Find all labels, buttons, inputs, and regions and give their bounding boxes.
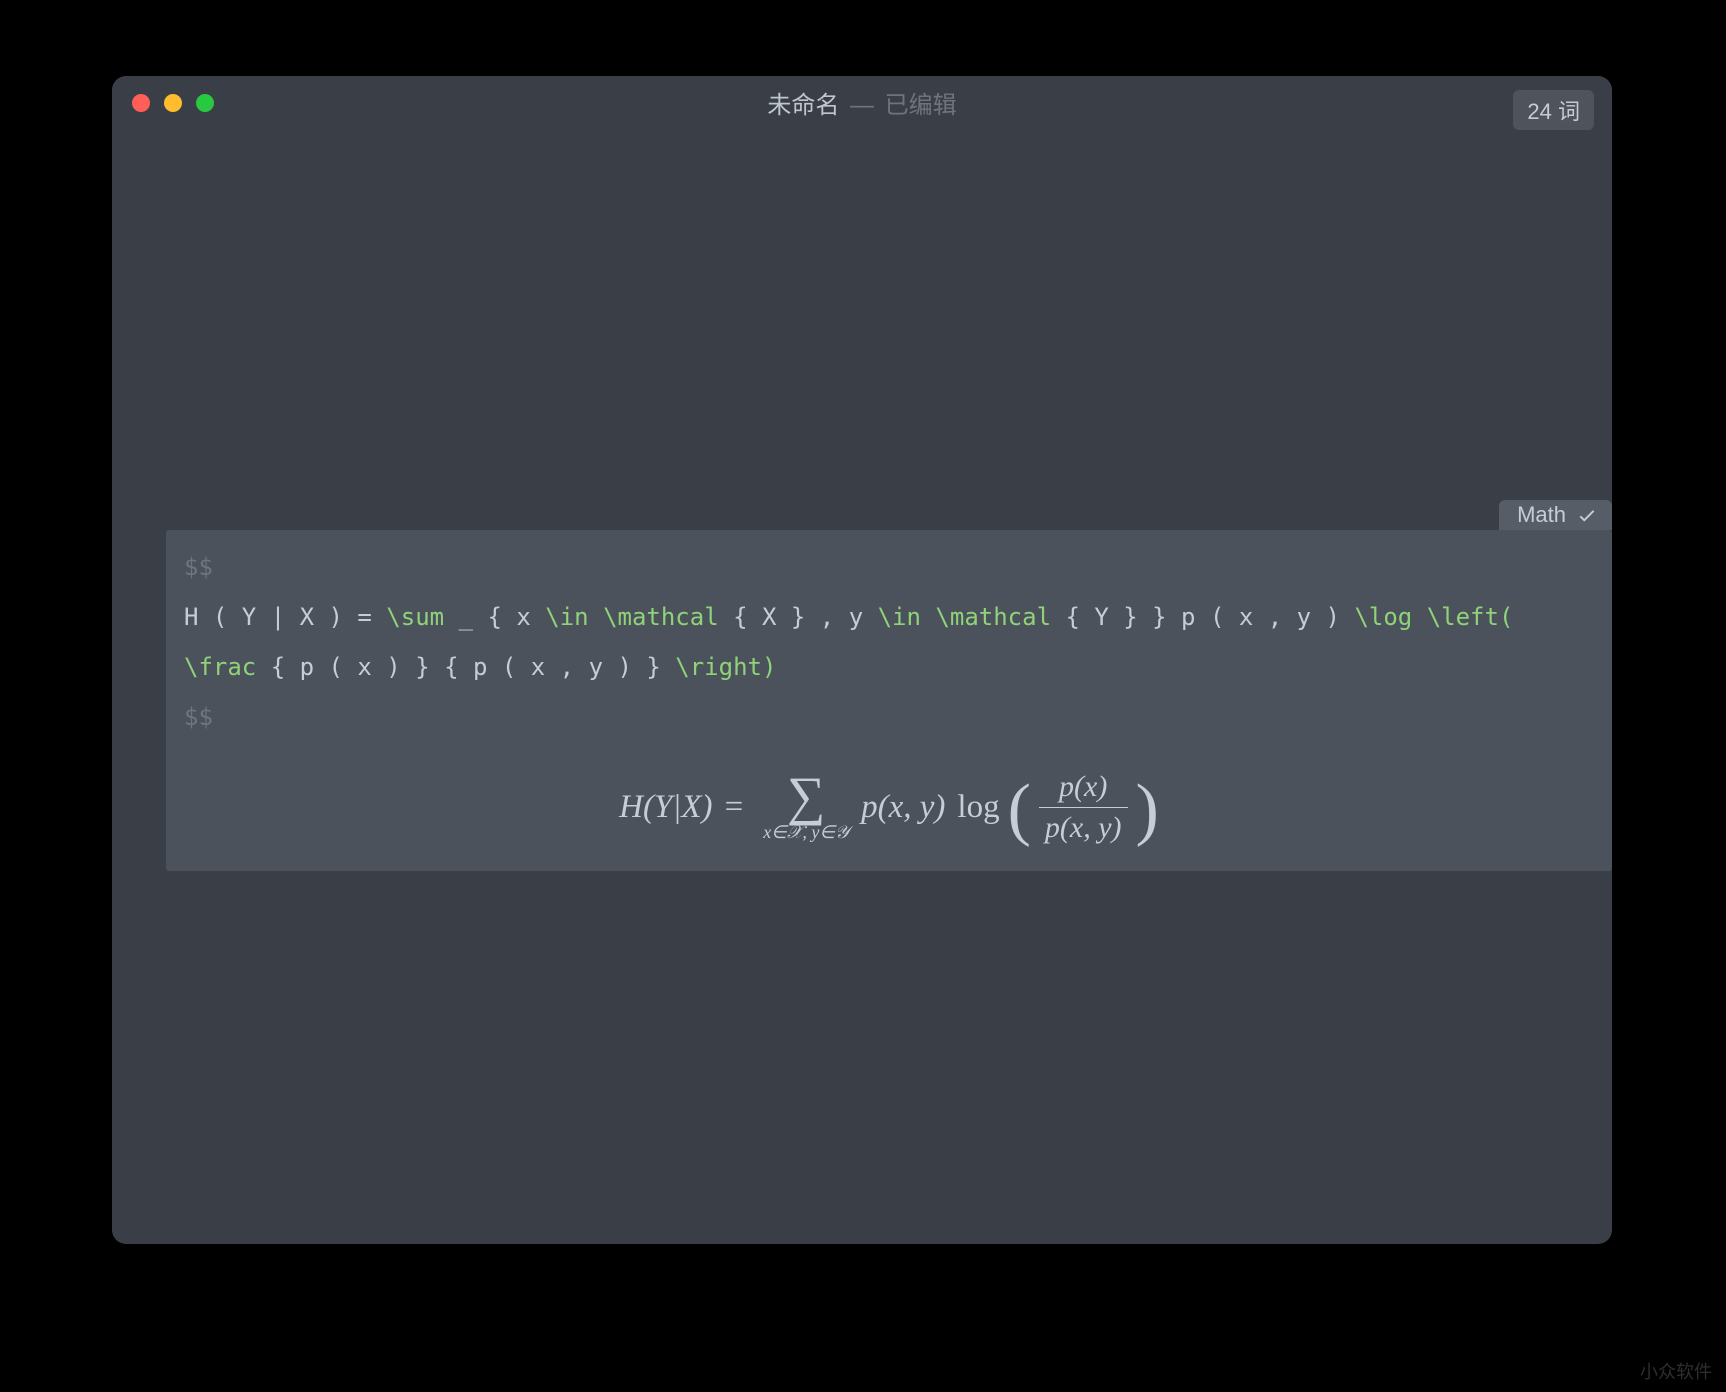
sum-operator: ∑ x∈𝒳, y∈𝒴 [763,772,849,844]
editor-area[interactable]: Math $$ H ( Y | X ) = \sum _ { x \in \ma… [112,128,1612,1244]
code-plain: { X } , y [719,603,878,631]
app-window: 未命名 — 已编辑 24 词 Math $$ H ( Y | X ) = \su… [112,76,1612,1244]
eq-log: log [957,789,999,826]
eq-pxy: p(x, y) [861,789,945,826]
document-edited-label: 已编辑 [885,92,957,119]
fraction: p(x) p(x, y) [1039,770,1128,845]
document-name: 未命名 [767,92,839,119]
math-tab-label: Math [1517,502,1566,528]
fraction-numerator: p(x) [1053,770,1113,804]
code-plain: { Y } } p ( x , y ) [1051,603,1354,631]
latex-cmd-mathcal: \mathcal [603,603,719,631]
code-plain [921,603,935,631]
latex-cmd-log: \log [1354,603,1412,631]
math-block[interactable]: Math $$ H ( Y | X ) = \sum _ { x \in \ma… [166,530,1612,871]
latex-cmd-in: \in [545,603,588,631]
code-plain [1513,603,1527,631]
code-plain [589,603,603,631]
equation: H(Y|X) = ∑ x∈𝒳, y∈𝒴 p(x, y) log ( p(x) p… [619,770,1159,845]
latex-cmd-mathcal: \mathcal [935,603,1051,631]
window-title: 未命名 — 已编辑 [112,85,1612,120]
math-block-tab[interactable]: Math [1499,500,1612,530]
code-plain [1412,603,1426,631]
latex-cmd-sum: \sum [386,603,444,631]
check-icon [1576,504,1598,526]
latex-cmd-in: \in [878,603,921,631]
math-delim-open: $$ [184,553,213,581]
math-render: H(Y|X) = ∑ x∈𝒳, y∈𝒴 p(x, y) log ( p(x) p… [166,770,1612,845]
titlebar[interactable]: 未命名 — 已编辑 24 词 [112,76,1612,128]
latex-source[interactable]: $$ H ( Y | X ) = \sum _ { x \in \mathcal… [166,530,1612,748]
fraction-denominator: p(x, y) [1039,811,1128,845]
eq-sign: = [725,789,744,826]
word-count-badge[interactable]: 24 词 [1513,90,1594,130]
fraction-bar [1039,807,1128,808]
latex-cmd-frac: \frac [184,653,256,681]
sigma-icon: ∑ [787,772,826,821]
watermark: 小众软件 [1640,1358,1712,1384]
code-plain: H ( Y | X ) = [184,603,386,631]
latex-cmd-left: \left( [1427,603,1514,631]
latex-cmd-right: \right) [675,653,776,681]
code-plain: _ { x [444,603,545,631]
code-plain: { p ( x ) } { p ( x , y ) } [256,653,675,681]
title-separator: — [850,92,874,119]
eq-lhs: H(Y|X) [619,789,712,826]
math-delim-close: $$ [184,703,213,731]
sum-subscript: x∈𝒳, y∈𝒴 [763,822,849,843]
